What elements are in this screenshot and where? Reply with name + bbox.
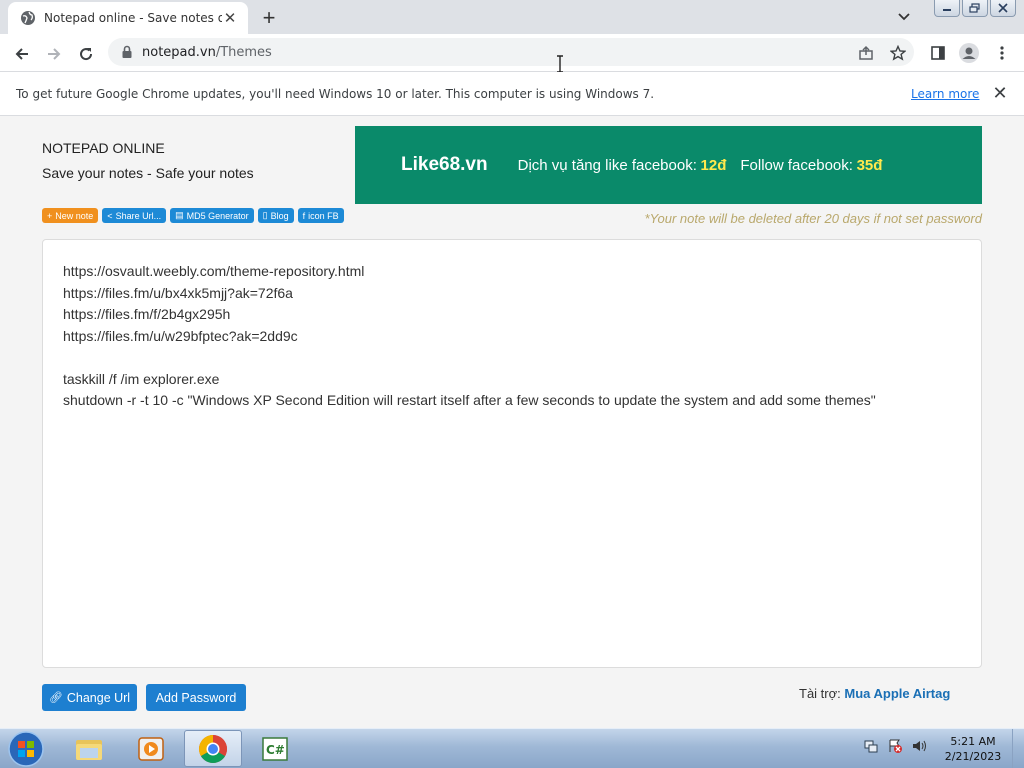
csharp-file-icon: C#: [262, 736, 288, 761]
link-icon: 🔗︎: [48, 692, 63, 704]
system-tray: [862, 737, 934, 755]
profile-avatar-icon[interactable]: [958, 42, 980, 64]
network-icon[interactable]: [862, 737, 880, 755]
share-icon: <: [107, 210, 113, 221]
icon-fb-button[interactable]: f icon FB: [297, 208, 344, 223]
url-path: /Themes: [215, 44, 272, 60]
database-icon: ▤: [175, 210, 184, 220]
browser-tab[interactable]: Notepad online - Save notes onl ✕: [8, 2, 248, 34]
add-password-label: Add Password: [155, 690, 237, 705]
note-line: https://osvault.weebly.com/theme-reposit…: [63, 263, 365, 279]
site-title: NOTEPAD ONLINE: [42, 140, 165, 156]
new-tab-icon[interactable]: +: [258, 5, 280, 30]
page-content: NOTEPAD ONLINE Save your notes - Safe yo…: [0, 117, 1024, 728]
side-panel-icon[interactable]: [929, 44, 947, 62]
site-slogan: Save your notes - Safe your notes: [42, 165, 254, 181]
icon-fb-label: icon FB: [308, 210, 339, 221]
windows-logo-icon: [8, 731, 44, 767]
sponsor: Tài trợ: Mua Apple Airtag: [799, 686, 950, 701]
change-url-button[interactable]: 🔗︎ Change Url: [42, 684, 137, 711]
tab-search-icon[interactable]: [893, 6, 915, 28]
forward-arrow-icon[interactable]: [40, 40, 68, 68]
document-icon: ▯: [262, 210, 268, 220]
ad-price-follow: 35đ: [856, 156, 883, 174]
note-line: [63, 347, 961, 369]
ad-text-follow: Follow facebook:: [740, 156, 853, 174]
clock-date: 2/21/2023: [944, 750, 1002, 763]
learn-more-link[interactable]: Learn more: [911, 87, 979, 101]
restore-window-icon[interactable]: [962, 0, 988, 17]
note-line: https://files.fm/u/bx4xk5mjj?ak=72f6a: [63, 284, 293, 301]
update-infobar: To get future Google Chrome updates, you…: [0, 72, 1024, 116]
blog-button[interactable]: ▯ Blog: [257, 208, 294, 223]
share-url-label: Share Url...: [115, 210, 162, 221]
start-button[interactable]: [4, 731, 48, 767]
show-desktop-button[interactable]: [1012, 729, 1024, 768]
blog-label: Blog: [270, 210, 289, 221]
note-line: taskkill /f /im explorer.exe: [63, 370, 220, 387]
taskbar-clock[interactable]: 5:21 AM 2/21/2023: [940, 734, 1006, 764]
ad-text-like: Dịch vụ tăng like facebook:: [517, 156, 697, 174]
facebook-icon: f: [302, 210, 306, 221]
ad-price-like: 12đ: [700, 156, 727, 174]
bookmark-star-icon[interactable]: [889, 44, 907, 62]
ad-banner[interactable]: Like68.vn Dịch vụ tăng like facebook: 12…: [355, 126, 982, 204]
folder-icon: [76, 739, 102, 760]
minimize-window-icon[interactable]: [934, 0, 960, 17]
ad-brand: Like68.vn: [401, 154, 488, 175]
text-cursor-icon: [557, 55, 563, 73]
toolbar-links: + New note < Share Url... ▤ MD5 Generator ▯…: [42, 208, 348, 223]
md5-generator-label: MD5 Generator: [186, 210, 249, 221]
back-arrow-icon[interactable]: [8, 40, 36, 68]
tab-strip: Notepad online - Save notes onl ✕ +: [0, 0, 1024, 34]
reload-icon[interactable]: [72, 40, 100, 68]
note-line: shutdown -r -t 10 -c "Windows XP Second …: [63, 392, 876, 408]
browser-toolbar: notepad.vn/Themes: [0, 34, 1024, 72]
md5-generator-button[interactable]: ▤ MD5 Generator: [170, 208, 254, 223]
taskbar-media-player[interactable]: [122, 730, 180, 767]
tab-close-icon[interactable]: ✕: [222, 10, 238, 27]
new-note-label: New note: [55, 210, 94, 221]
sponsor-label: Tài trợ:: [799, 686, 845, 701]
taskbar-chrome[interactable]: [184, 730, 242, 767]
address-bar[interactable]: notepad.vn/Themes: [108, 38, 914, 66]
globe-icon: [21, 11, 35, 25]
note-editor[interactable]: https://osvault.weebly.com/theme-reposit…: [42, 239, 982, 668]
close-window-icon[interactable]: [990, 0, 1016, 17]
volume-icon[interactable]: [910, 737, 928, 755]
infobar-close-icon[interactable]: ✕: [991, 83, 1009, 103]
sponsor-link[interactable]: Mua Apple Airtag: [844, 686, 950, 701]
svg-text:C#: C#: [266, 743, 285, 757]
change-url-label: Change Url: [66, 690, 131, 705]
deletion-notice: *Your note will be deleted after 20 days…: [644, 211, 982, 226]
share-icon[interactable]: [857, 44, 875, 62]
share-url-button[interactable]: < Share Url...: [102, 208, 167, 223]
lock-icon[interactable]: [120, 45, 134, 59]
clock-time: 5:21 AM: [950, 735, 996, 748]
action-center-flag-icon[interactable]: [886, 737, 904, 755]
infobar-message: To get future Google Chrome updates, you…: [16, 86, 655, 101]
new-note-button[interactable]: + New note: [42, 208, 99, 223]
chrome-icon: [199, 734, 227, 763]
plus-icon: +: [47, 210, 53, 221]
note-line: https://files.fm/f/2b4gx295h: [63, 306, 231, 322]
taskbar-csharp[interactable]: C#: [246, 730, 304, 767]
windows-taskbar: C# 5:21 AM 2/21/2023: [0, 728, 1024, 768]
media-player-icon: [138, 736, 164, 761]
note-line: https://files.fm/u/w29bfptec?ak=2dd9c: [63, 327, 298, 344]
url-host: notepad.vn: [142, 44, 216, 60]
tab-title: Notepad online - Save notes onl: [44, 11, 222, 25]
menu-kebab-icon[interactable]: [993, 44, 1011, 62]
add-password-button[interactable]: Add Password: [146, 684, 246, 711]
taskbar-explorer[interactable]: [60, 730, 118, 767]
